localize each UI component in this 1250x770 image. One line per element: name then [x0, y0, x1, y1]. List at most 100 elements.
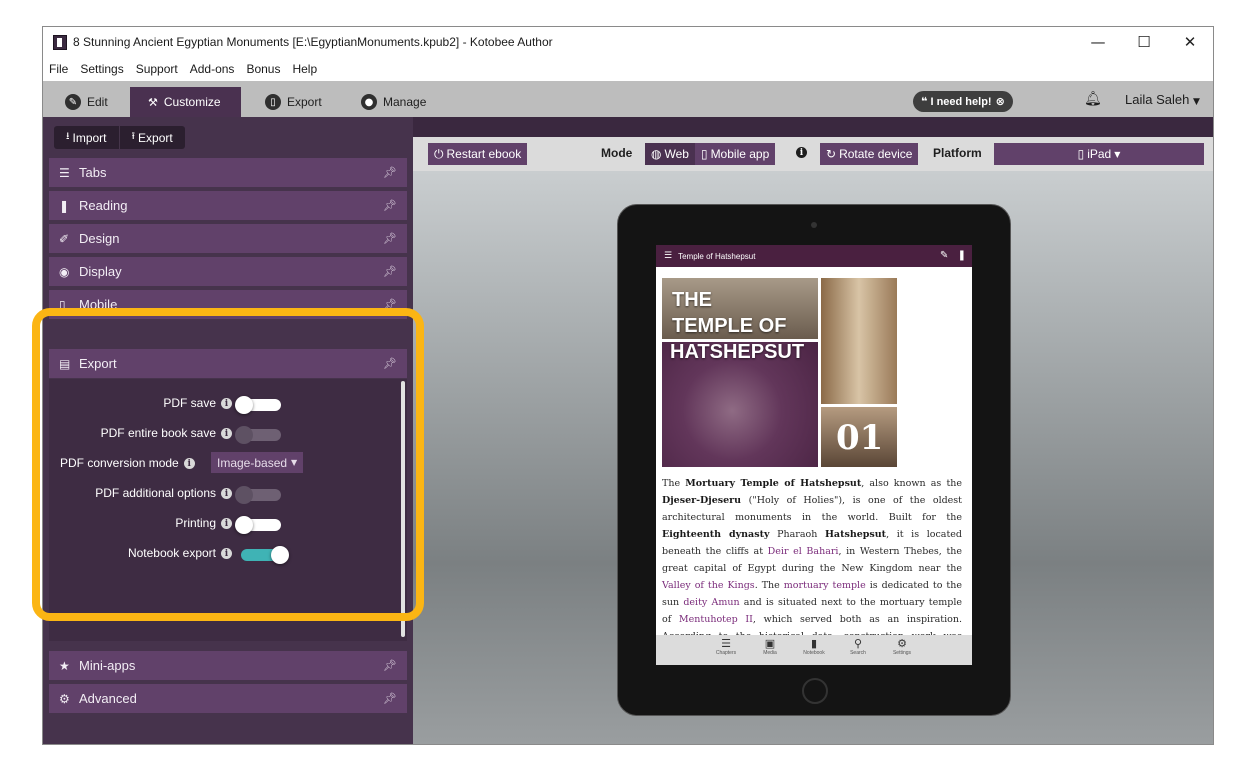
restart-ebook-button[interactable]: ⏻ Restart ebook: [428, 143, 528, 165]
caret-down-icon: ▼: [1192, 97, 1200, 107]
tab-edit-label: Edit: [87, 95, 108, 109]
gear-icon: ⚙: [59, 691, 70, 706]
hero-line-1: THE: [672, 289, 712, 311]
help-button[interactable]: ❝ I need help! ⊗: [913, 91, 1013, 112]
hero-title: THE TEMPLE OF HATSHEPSUT: [670, 287, 805, 365]
list-icon: ☰: [59, 165, 70, 180]
note-edit-icon[interactable]: ✎: [940, 250, 948, 261]
eye-icon: ◉: [59, 264, 70, 279]
image-icon: ▣: [764, 637, 776, 650]
rotate-device-label: Rotate device: [839, 147, 913, 161]
footer-chapters-label: Chapters: [715, 650, 737, 656]
tab-manage[interactable]: ● Manage: [349, 87, 438, 117]
pin-icon[interactable]: 📌︎: [383, 265, 397, 278]
platform-value: iPad: [1087, 147, 1112, 161]
mode-web-label: Web: [664, 147, 689, 161]
menu-support[interactable]: Support: [136, 62, 178, 76]
chat-icon: ❝: [921, 95, 928, 108]
pin-icon[interactable]: 📌︎: [383, 166, 397, 179]
panel-tabs-label: Tabs: [79, 165, 107, 180]
pin-icon[interactable]: 📌︎: [383, 692, 397, 705]
ebook-header: ☰ Temple of Hatshepsut ✎ ❚: [656, 245, 972, 267]
star-icon: ★: [59, 658, 70, 673]
globe-icon: ◍: [651, 147, 662, 161]
bookmark-icon[interactable]: ❚: [958, 250, 966, 261]
footer-notebook[interactable]: ▮ Notebook: [801, 637, 827, 665]
notebook-icon: ▮: [810, 637, 818, 650]
panel-tabs[interactable]: ☰ Tabs 📌︎: [49, 158, 407, 187]
export-settings-button[interactable]: ⭱ Export: [120, 126, 185, 149]
footer-search-label: Search: [850, 650, 866, 656]
panel-advanced[interactable]: ⚙ Advanced 📌︎: [49, 684, 407, 713]
info-icon[interactable]: i: [796, 147, 807, 158]
import-button[interactable]: ⭳ Import: [54, 126, 120, 149]
search-icon: ⚲: [853, 637, 863, 650]
footer-chapters[interactable]: ☰ Chapters: [713, 637, 739, 665]
ebook-screen: ☰ Temple of Hatshepsut ✎ ❚ THE TEMPLE OF: [656, 245, 972, 665]
mode-mobile-app-button[interactable]: ▯ Mobile app: [695, 143, 775, 165]
tablet-icon: ▯: [1077, 147, 1085, 161]
osiris-statue-image: [821, 278, 897, 404]
pin-icon[interactable]: 📌︎: [383, 659, 397, 672]
kotobee-logo-icon: [53, 34, 67, 50]
menu-settings[interactable]: Settings: [80, 62, 123, 76]
panel-design[interactable]: ✐ Design 📌︎: [49, 224, 407, 253]
hero-line-2: TEMPLE OF: [672, 315, 787, 337]
brush-icon: ✐: [59, 231, 70, 246]
pin-icon[interactable]: 📌︎: [383, 232, 397, 245]
user-menu[interactable]: Laila Saleh ▼: [1125, 92, 1200, 107]
maximize-button[interactable]: ☐: [1121, 27, 1167, 57]
pin-icon[interactable]: 📌︎: [383, 199, 397, 212]
menu-file[interactable]: File: [49, 62, 68, 76]
home-button[interactable]: [802, 678, 828, 704]
mode-mobile-app-label: Mobile app: [710, 147, 770, 161]
camera-dot: [811, 222, 817, 228]
export-label: Export: [138, 130, 173, 145]
hero-line-3: HATSHEPSUT: [670, 341, 805, 363]
title-bar: 8 Stunning Ancient Egyptian Monuments [E…: [43, 27, 1213, 57]
panel-mini-apps-label: Mini-apps: [79, 658, 136, 673]
caret-down-icon: ▼: [1114, 149, 1121, 159]
footer-media[interactable]: ▣ Media: [757, 637, 783, 665]
menu-add-ons[interactable]: Add-ons: [190, 62, 235, 76]
platform-select[interactable]: ▯ iPad ▼: [994, 143, 1204, 165]
mobile-icon: ▯: [700, 147, 708, 161]
gear-icon: ⚙: [897, 637, 907, 650]
sidebar-actions: ⭳ Import ⭱ Export: [54, 126, 185, 149]
footer-media-label: Media: [763, 650, 777, 656]
bell-icon[interactable]: 🔔︎: [1084, 91, 1102, 107]
pencil-icon: ✎: [65, 94, 81, 110]
top-tab-bar: ✎ Edit ⚒ Customize ▯ Export ● Manage ❝ I…: [43, 81, 1213, 117]
tab-customize-label: Customize: [163, 95, 221, 109]
menu-help[interactable]: Help: [292, 62, 317, 76]
menu-bonus[interactable]: Bonus: [246, 62, 280, 76]
close-circle-icon: ⊗: [995, 95, 1005, 108]
window-controls: — ☐ ✕: [1075, 27, 1213, 57]
rotate-icon: ↻: [826, 147, 837, 161]
tab-export-label: Export: [287, 95, 322, 109]
preview-toolbar: ⏻ Restart ebook Mode ◍ Web ▯ Mobile app …: [413, 137, 1213, 171]
platform-label: Platform: [933, 146, 982, 160]
preview-area: ⏻ Restart ebook Mode ◍ Web ▯ Mobile app …: [413, 137, 1213, 744]
mode-label: Mode: [601, 146, 633, 160]
import-icon: ⭳: [66, 131, 70, 142]
menu-bar: File Settings Support Add-ons Bonus Help: [43, 57, 1213, 81]
close-button[interactable]: ✕: [1167, 27, 1213, 57]
minimize-button[interactable]: —: [1075, 27, 1121, 57]
footer-search[interactable]: ⚲ Search: [845, 637, 871, 665]
rotate-device-button[interactable]: ↻ Rotate device: [820, 143, 919, 165]
import-label: Import: [72, 130, 107, 145]
panel-display-label: Display: [79, 264, 122, 279]
hamburger-icon[interactable]: ☰: [664, 251, 672, 261]
panel-display[interactable]: ◉ Display 📌︎: [49, 257, 407, 286]
panel-mini-apps[interactable]: ★ Mini-apps 📌︎: [49, 651, 407, 680]
export-highlight-box: [32, 308, 424, 621]
tab-edit[interactable]: ✎ Edit: [53, 87, 120, 117]
tab-manage-label: Manage: [383, 95, 427, 109]
footer-settings[interactable]: ⚙ Settings: [889, 637, 915, 665]
panel-reading[interactable]: ❚ Reading 📌︎: [49, 191, 407, 220]
tab-export[interactable]: ▯ Export: [253, 87, 334, 117]
mode-web-button[interactable]: ◍ Web: [645, 143, 695, 165]
tab-customize[interactable]: ⚒ Customize: [130, 87, 241, 117]
panel-advanced-label: Advanced: [79, 691, 137, 706]
